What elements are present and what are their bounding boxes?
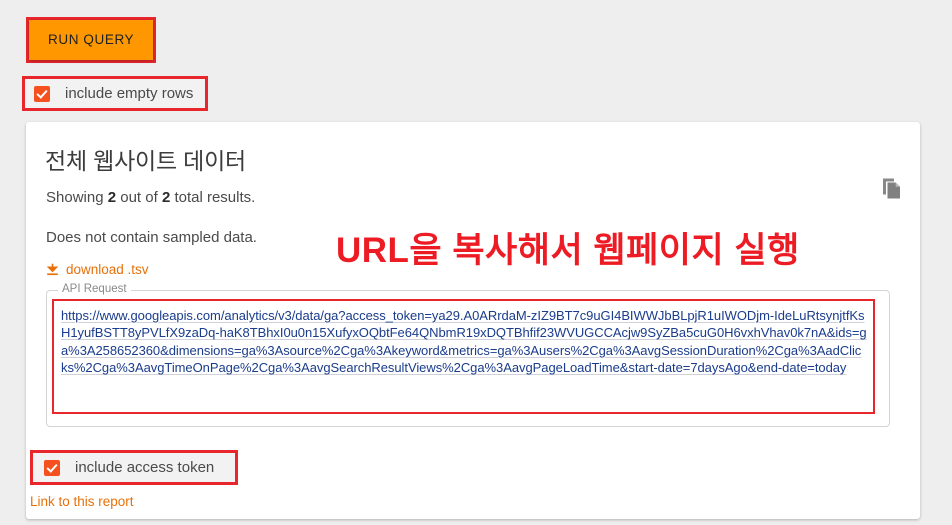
- api-request-legend: API Request: [58, 283, 131, 295]
- link-to-report[interactable]: Link to this report: [30, 494, 134, 509]
- api-request-fieldset: API Request https://www.googleapis.com/a…: [46, 283, 890, 427]
- download-icon: [46, 263, 59, 276]
- page-title: 전체 웹사이트 데이터: [45, 148, 247, 174]
- run-query-button[interactable]: RUN QUERY: [29, 20, 154, 60]
- sampling-note: Does not contain sampled data.: [46, 229, 257, 246]
- include-empty-rows-label: include empty rows: [65, 85, 194, 102]
- include-access-token-label: include access token: [75, 459, 215, 476]
- annotation-text: URL을 복사해서 웹페이지 실행: [336, 231, 800, 270]
- showing-prefix: Showing: [46, 189, 108, 206]
- include-access-token-row[interactable]: include access token: [30, 450, 238, 485]
- showing-middle: out of: [116, 189, 162, 206]
- api-request-field[interactable]: https://www.googleapis.com/analytics/v3/…: [52, 299, 875, 414]
- download-tsv-link[interactable]: download .tsv: [46, 262, 149, 277]
- showing-suffix: total results.: [170, 189, 256, 206]
- include-empty-rows-row[interactable]: include empty rows: [22, 76, 208, 111]
- include-access-token-checkbox[interactable]: [44, 459, 60, 476]
- download-tsv-label: download .tsv: [66, 262, 149, 277]
- run-query-highlight-box: RUN QUERY: [26, 17, 157, 63]
- include-empty-rows-checkbox[interactable]: [34, 85, 50, 102]
- copy-icon[interactable]: [881, 177, 903, 201]
- api-request-url-text[interactable]: https://www.googleapis.com/analytics/v3/…: [61, 307, 867, 377]
- results-count-text: Showing 2 out of 2 total results.: [46, 189, 255, 206]
- shown-count: 2: [107, 189, 117, 206]
